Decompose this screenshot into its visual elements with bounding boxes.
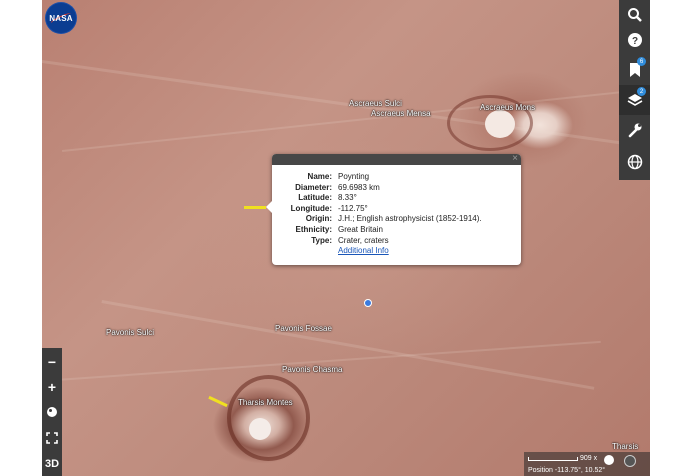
- close-icon[interactable]: ×: [512, 153, 518, 164]
- home-button[interactable]: [42, 400, 62, 424]
- globe-icon: [627, 154, 642, 170]
- layers-badge: 2: [637, 87, 646, 96]
- detail-value: 69.6983 km: [338, 182, 380, 192]
- help-button[interactable]: ?: [619, 25, 650, 55]
- globe-button[interactable]: [619, 147, 650, 177]
- globe-mini-icon[interactable]: [624, 455, 636, 467]
- label-tharsis: Tharsis: [612, 442, 639, 451]
- detail-key: Ethnicity:: [295, 224, 332, 234]
- map-texture: [42, 60, 637, 147]
- bookmarks-badge: 6: [637, 57, 646, 66]
- detail-row-diameter: Diameter: 69.6983 km: [272, 183, 482, 194]
- svg-text:?: ?: [631, 36, 637, 47]
- wrench-icon: [628, 123, 641, 138]
- zoom-in-button[interactable]: +: [42, 375, 62, 399]
- detail-value: 8.33°: [338, 193, 357, 203]
- search-icon: [627, 8, 642, 22]
- selection-highlight: [208, 395, 228, 408]
- map-texture: [101, 300, 595, 390]
- help-icon: ?: [627, 33, 642, 47]
- nasa-logo[interactable]: NASA: [46, 3, 76, 33]
- nasa-logo-text: NASA: [49, 13, 73, 23]
- label-pavonis-sulci: Pavonis Sulci: [106, 328, 155, 337]
- feature-info-popup: × Name: Poynting Diameter: 69.6983 km Lati…: [266, 153, 521, 265]
- location-marker[interactable]: [364, 299, 372, 307]
- compass-icon[interactable]: [604, 455, 614, 465]
- detail-row-link: Additional Info: [272, 246, 482, 257]
- label-ascraeus-mensa: Ascraeus Mensa: [371, 109, 431, 118]
- label-ascraeus-sulci: Ascraeus Sulci: [349, 99, 402, 108]
- detail-key: Type:: [311, 235, 332, 245]
- zoom-out-button[interactable]: −: [42, 350, 62, 374]
- detail-value: -112.75°: [338, 203, 368, 213]
- detail-key: Name:: [307, 172, 332, 181]
- detail-row-longitude: Longitude: -112.75°: [272, 204, 482, 215]
- right-toolbar: ? 6 2: [619, 0, 650, 180]
- globe-home-icon: [47, 407, 57, 417]
- detail-row-name: Name: Poynting: [272, 172, 482, 183]
- detail-row-ethnicity: Ethnicity: Great Britain: [272, 225, 482, 236]
- detail-key: Longitude:: [290, 203, 332, 213]
- popup-details: Name: Poynting Diameter: 69.6983 km Latitu…: [272, 172, 482, 257]
- detail-key: Latitude:: [298, 193, 332, 203]
- detail-key: Origin:: [305, 214, 332, 224]
- label-pavonis-fossae: Pavonis Fossae: [275, 324, 332, 333]
- pavonis-crater: [227, 375, 310, 461]
- tools-button[interactable]: [619, 115, 650, 145]
- popup-header: ×: [272, 153, 521, 165]
- detail-value: Great Britain: [338, 224, 383, 234]
- label-ascraeus-mons: Ascraeus Mons: [480, 103, 536, 112]
- scale-bar: [528, 457, 578, 461]
- detail-key-empty: [272, 246, 338, 257]
- bookmarks-button[interactable]: 6: [619, 55, 650, 85]
- scale-text: 909 x: [580, 455, 598, 462]
- detail-value: Crater, craters: [338, 235, 389, 245]
- detail-row-latitude: Latitude: 8.33°: [272, 193, 482, 204]
- detail-key: Diameter:: [295, 182, 332, 192]
- fullscreen-icon: [46, 432, 58, 444]
- fullscreen-button[interactable]: [42, 426, 62, 450]
- layers-button[interactable]: 2: [619, 85, 650, 115]
- poynting-highlight: [244, 206, 266, 209]
- label-pavonis-chasma: Pavonis Chasma: [282, 365, 343, 374]
- label-tharsis-montes: Tharsis Montes: [238, 398, 293, 407]
- additional-info-link[interactable]: Additional Info: [338, 246, 389, 257]
- 3d-button[interactable]: 3D: [42, 452, 62, 476]
- left-toolbar: − + 3D: [42, 348, 62, 476]
- ascraeus-caldera: [485, 110, 515, 138]
- detail-value: Poynting: [338, 172, 370, 181]
- detail-value: J.H.; English astrophysicist (1852-1914)…: [338, 214, 482, 224]
- detail-row-type: Type: Crater, craters: [272, 236, 482, 247]
- detail-row-origin: Origin: J.H.; English astrophysicist (185…: [272, 214, 482, 225]
- position-readout: Position -113.75°, 10.52°: [528, 467, 606, 474]
- pavonis-caldera: [249, 418, 271, 440]
